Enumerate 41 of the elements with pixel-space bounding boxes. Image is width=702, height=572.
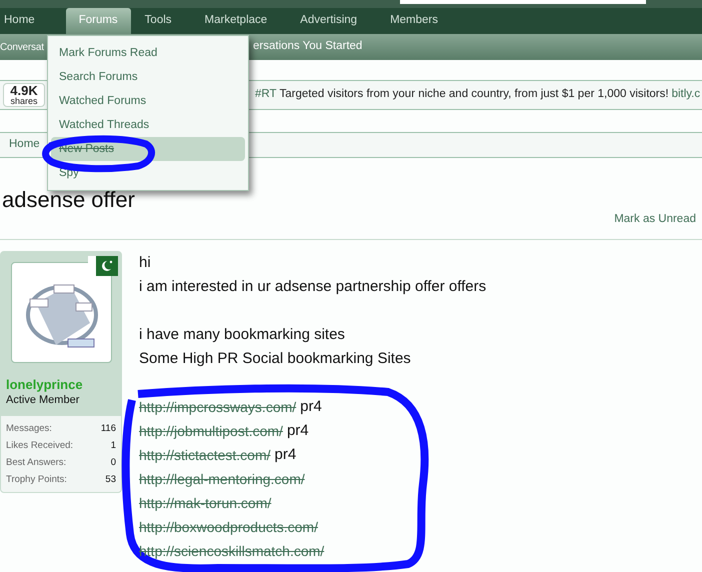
post-link[interactable]: http://mak-torun.com/	[139, 491, 272, 515]
share-label: shares	[10, 97, 38, 106]
nav-tab[interactable]: Marketplace	[202, 8, 270, 34]
stat-value: 1	[110, 439, 116, 453]
thread-title: adsense offer	[2, 188, 135, 212]
share-message: Targeted visitors from your niche and country, from just $1 per 1,000 visitors!	[280, 87, 669, 102]
subnav-link[interactable]: ersations You Started	[253, 38, 362, 56]
stat-label: Best Answers:	[6, 456, 66, 470]
post-link[interactable]: http://legal-mentoring.com/	[139, 467, 305, 491]
post-text: i am interested in ur adsense partnership offer offers	[139, 277, 486, 297]
post-link[interactable]: http://impcrossways.com/	[139, 395, 296, 419]
stat-label: Likes Received:	[6, 439, 74, 453]
pagerank-text: pr4	[300, 397, 322, 417]
subnav-link[interactable]: Conversat	[0, 40, 44, 54]
share-count: 4.9K	[10, 84, 38, 97]
nav-tab[interactable]: Home	[2, 8, 37, 34]
stat-value: 0	[110, 456, 116, 470]
stat-label: Trophy Points:	[6, 473, 67, 487]
pagerank-text: pr4	[274, 445, 296, 465]
mark-unread-link[interactable]: Mark as Unread	[614, 212, 696, 226]
menu-item[interactable]: Watched Threads	[51, 113, 245, 137]
share-link[interactable]: bitly.c	[672, 86, 700, 104]
menu-item[interactable]: Watched Forums	[51, 89, 245, 113]
stat-value: 53	[105, 473, 116, 487]
menu-item[interactable]: Mark Forums Read	[51, 41, 245, 65]
post-text: Some High PR Social bookmarking Sites	[139, 349, 412, 369]
post-text: i have many bookmarking sites	[139, 325, 346, 345]
pagerank-text: pr4	[286, 421, 309, 441]
post-link[interactable]: http://jobmultipost.com/	[139, 419, 283, 443]
post-link[interactable]: http://stictactest.com/	[139, 443, 270, 467]
user-title: Active Member	[6, 393, 80, 407]
nav-tab[interactable]: Tools	[142, 8, 174, 34]
post-link[interactable]: http://boxwoodproducts.com/	[139, 515, 318, 539]
post-link[interactable]: http://sciencoskillsmatch.com/	[139, 539, 324, 563]
hashtag-link[interactable]: #RT	[255, 86, 277, 104]
stat-label: Messages:	[6, 422, 52, 436]
post-text: hi	[139, 253, 152, 273]
menu-item[interactable]: Search Forums	[51, 65, 245, 89]
nav-tab[interactable]: Members	[388, 8, 440, 34]
nav-tab[interactable]: Advertising	[298, 8, 360, 34]
stat-value: 116	[100, 422, 116, 436]
